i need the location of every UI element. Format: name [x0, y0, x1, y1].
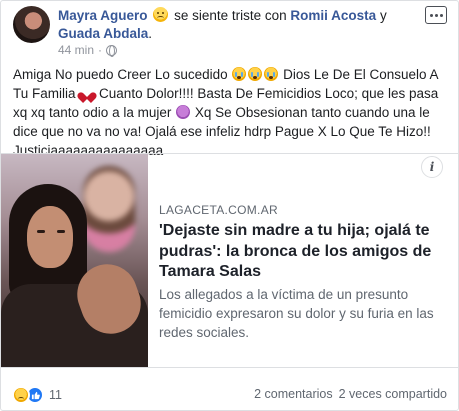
link-preview-card[interactable]: i LAGACETA.COM.AR 'Dejaste sin madre a t… [1, 153, 458, 368]
angry-emoji-icon [176, 105, 191, 119]
post-text: Amiga No puedo Creer Lo sucedido Dios Le… [13, 65, 453, 160]
blurred-child-figure [83, 166, 135, 252]
tagged-user-2[interactable]: Guada Abdala [58, 26, 148, 41]
dot [439, 13, 443, 17]
period: . [148, 26, 153, 41]
thumbs-up-icon [31, 391, 40, 399]
globe-icon[interactable] [106, 44, 118, 57]
info-icon[interactable]: i [421, 156, 443, 178]
post-header: Mayra Aguero se siente triste con Romii … [58, 7, 428, 43]
link-domain: LAGACETA.COM.AR [159, 203, 278, 217]
eye [57, 230, 65, 233]
dot [429, 13, 433, 17]
crying-emoji-icon [248, 67, 263, 81]
sad-reaction-icon [12, 386, 30, 404]
woman-face [27, 206, 73, 268]
meta-separator: · [98, 43, 103, 57]
dot [434, 13, 438, 17]
avatar[interactable] [13, 6, 50, 43]
post-time[interactable]: 44 min [58, 43, 94, 57]
conjunction: y [379, 8, 387, 23]
shares-count-link[interactable]: 2 veces compartido [339, 387, 447, 401]
post-meta: 44 min · [58, 43, 118, 57]
engagement-stats: 2 comentarios 2 veces compartido [254, 387, 447, 401]
crying-emoji-icon [232, 67, 247, 81]
facebook-post: Mayra Aguero se siente triste con Romii … [0, 0, 459, 411]
crying-emoji-icon [264, 67, 279, 81]
feeling-text: se siente triste con [174, 8, 287, 23]
more-options-icon[interactable] [425, 6, 447, 24]
author-name[interactable]: Mayra Aguero [58, 8, 148, 23]
broken-heart-emoji-icon [81, 88, 93, 99]
reaction-count: 11 [49, 388, 62, 402]
link-preview-image[interactable] [1, 154, 148, 367]
eye [37, 230, 45, 233]
tagged-user-1[interactable]: Romii Acosta [290, 8, 376, 23]
link-title[interactable]: 'Dejaste sin madre a tu hija; ojalá te p… [159, 221, 439, 283]
link-description: Los allegados a la víctima de un presunt… [159, 287, 434, 340]
sad-feeling-icon [153, 7, 169, 22]
comments-count-link[interactable]: 2 comentarios [254, 387, 333, 401]
post-text-part-1: Amiga No puedo Creer Lo sucedido [13, 67, 228, 82]
reactions-summary[interactable]: 11 [12, 386, 62, 404]
